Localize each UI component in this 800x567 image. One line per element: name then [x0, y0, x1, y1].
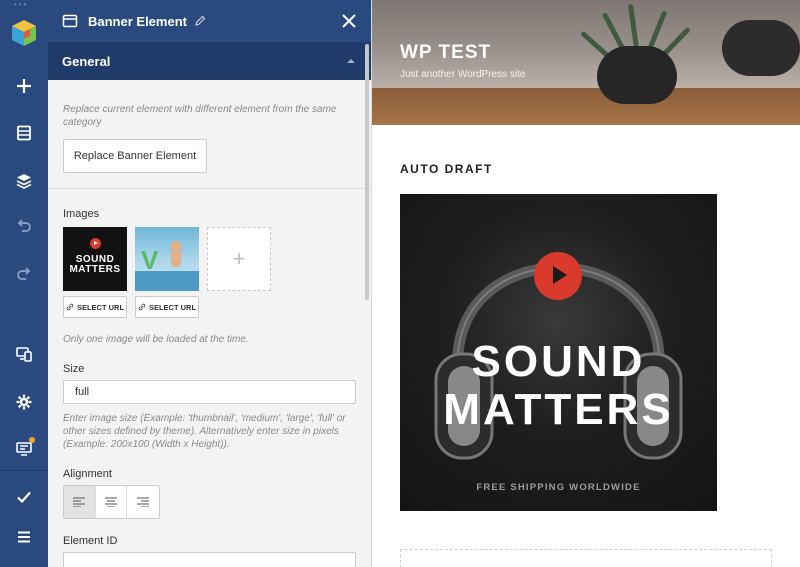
- redo-icon: [17, 267, 31, 280]
- layers-icon: [16, 174, 32, 189]
- align-right-icon: [137, 497, 150, 507]
- general-section-toggle[interactable]: General: [48, 42, 371, 80]
- check-icon: [17, 491, 31, 504]
- alignment-label: Alignment: [63, 468, 112, 480]
- plus-icon: [17, 79, 31, 93]
- header-pot-shape: [597, 46, 677, 104]
- plant-leaf-shape: [627, 4, 639, 49]
- header-table-shape: [372, 88, 800, 125]
- post-title: AUTO DRAFT: [400, 162, 493, 176]
- section-title: General: [62, 53, 111, 69]
- play-icon: [90, 238, 101, 249]
- site-title[interactable]: WP TEST: [400, 42, 491, 64]
- pencil-icon[interactable]: [194, 15, 206, 27]
- templates-button[interactable]: [0, 429, 48, 469]
- select-url-button[interactable]: SELECT URL: [135, 296, 199, 318]
- header-pot-shape: [722, 20, 800, 76]
- select-url-label: SELECT URL: [148, 302, 197, 312]
- redo-button[interactable]: [0, 254, 48, 294]
- hamburger-icon: [18, 531, 30, 543]
- chevron-up-icon: [347, 59, 355, 63]
- link-icon: [66, 303, 74, 311]
- layout-icon: [17, 125, 31, 141]
- align-left-icon: [73, 497, 86, 507]
- responsive-view-button[interactable]: [0, 334, 48, 374]
- section-divider: [48, 188, 371, 189]
- undo-button[interactable]: [0, 206, 48, 246]
- images-list: SOUND MATTERS SELECT URL V SELECT URL +: [63, 227, 356, 318]
- panel-title: Banner Element: [88, 13, 187, 29]
- gear-icon: [16, 394, 32, 410]
- replace-hint: Replace current element with different e…: [63, 104, 337, 128]
- notification-dot: [29, 437, 35, 443]
- replace-element-button[interactable]: Replace Banner Element: [63, 139, 207, 173]
- align-left-button[interactable]: [64, 486, 96, 518]
- image-thumbnail-sound-matters[interactable]: SOUND MATTERS: [63, 227, 127, 291]
- alignment-buttons: [63, 485, 160, 519]
- size-label: Size: [63, 363, 85, 375]
- banner-headline-line1: SOUND: [471, 337, 646, 386]
- banner-element-preview[interactable]: SOUND MATTERS FREE SHIPPING WORLDWIDE: [400, 194, 717, 511]
- settings-button[interactable]: [0, 382, 48, 422]
- add-element-button[interactable]: [0, 66, 48, 106]
- edit-element-panel: Banner Element General Replace current e…: [48, 0, 372, 567]
- panel-header[interactable]: Banner Element: [48, 0, 371, 42]
- images-hint: Only one image will be loaded at the tim…: [63, 334, 249, 345]
- undo-icon: [17, 219, 31, 232]
- banner-subtitle: FREE SHIPPING WORLDWIDE: [476, 482, 641, 493]
- banner-headline-line2: MATTERS: [443, 385, 674, 434]
- site-preview: WP TEST Just another WordPress site AUTO…: [372, 0, 800, 567]
- size-hint: Enter image size (Example: 'thumbnail', …: [63, 413, 346, 450]
- menu-button[interactable]: [0, 517, 48, 557]
- play-icon: [534, 252, 582, 300]
- drag-handle-icon[interactable]: •••: [14, 1, 34, 9]
- image-item: SOUND MATTERS SELECT URL: [63, 227, 127, 318]
- element-id-input[interactable]: [63, 552, 356, 567]
- panel-scrollbar[interactable]: [365, 44, 369, 300]
- select-url-label: SELECT URL: [76, 302, 125, 312]
- site-header: WP TEST Just another WordPress site: [372, 0, 800, 125]
- layout-button[interactable]: [0, 113, 48, 153]
- image-thumbnail-beach[interactable]: V: [135, 227, 199, 291]
- size-input[interactable]: full: [63, 380, 356, 404]
- rail-divider: [0, 470, 48, 471]
- align-right-button[interactable]: [127, 486, 159, 518]
- add-image-button[interactable]: +: [207, 227, 271, 291]
- thumbnail-letter: V: [141, 245, 159, 275]
- select-url-button[interactable]: SELECT URL: [63, 296, 127, 318]
- logo-icon[interactable]: [6, 16, 42, 52]
- images-label: Images: [63, 208, 100, 220]
- icon-rail: •••: [0, 0, 48, 567]
- person-shape: [171, 241, 181, 267]
- link-icon: [138, 303, 146, 311]
- save-button[interactable]: [0, 477, 48, 517]
- element-id-label: Element ID: [63, 535, 118, 547]
- window-icon: [62, 14, 78, 28]
- thumbnail-text: SOUND MATTERS: [69, 254, 121, 275]
- align-center-button[interactable]: [96, 486, 128, 518]
- devices-icon: [16, 347, 32, 362]
- close-icon[interactable]: [341, 13, 357, 29]
- image-item: V SELECT URL: [135, 227, 199, 318]
- layers-button[interactable]: [0, 161, 48, 201]
- align-center-icon: [105, 497, 117, 507]
- site-tagline: Just another WordPress site: [400, 69, 526, 80]
- element-dropzone[interactable]: [400, 549, 772, 567]
